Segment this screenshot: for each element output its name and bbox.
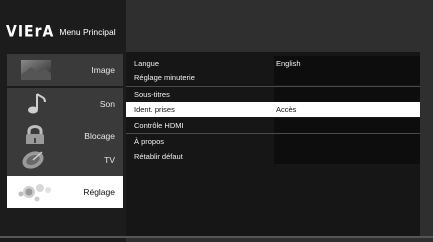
- row-label: Contrôle HDMI: [134, 121, 184, 130]
- settings-row-reglage-minuterie[interactable]: Réglage minuterie: [126, 70, 420, 85]
- sidebar-item-tv[interactable]: TV: [7, 144, 123, 176]
- settings-row-langue[interactable]: Langue English: [126, 56, 420, 71]
- settings-row-sous-titres[interactable]: Sous-titres: [126, 87, 420, 102]
- row-label: À propos: [134, 137, 165, 146]
- row-label: Rétablir défaut: [134, 152, 183, 161]
- row-label: Ident. prises: [134, 105, 175, 114]
- sidebar-item-label: Image: [91, 65, 115, 75]
- sidebar-item-label: TV: [104, 155, 115, 165]
- viera-logo: VIErA: [6, 22, 55, 42]
- sidebar-item-label: Réglage: [83, 187, 115, 197]
- settings-row-a-propos[interactable]: À propos: [126, 134, 420, 149]
- bottom-divider: [0, 236, 433, 238]
- image-icon: [15, 57, 55, 83]
- settings-list: Langue English Réglage minuterie Sous-ti…: [126, 52, 420, 238]
- row-value: English: [276, 59, 301, 68]
- music-note-icon: [15, 91, 55, 117]
- sidebar-item-son[interactable]: Son: [7, 88, 123, 120]
- row-label: Sous-titres: [134, 90, 170, 99]
- tv-menu-screen: VIErA Menu Principal Image Son Blocage T…: [0, 0, 433, 242]
- sidebar-item-reglage[interactable]: Réglage: [7, 176, 123, 208]
- brand-header: VIErA Menu Principal: [0, 12, 126, 52]
- settings-row-ident-prises[interactable]: Ident. prises Accès: [126, 102, 420, 117]
- row-label: Réglage minuterie: [134, 73, 195, 82]
- sidebar-item-label: Son: [99, 99, 115, 109]
- settings-bubbles-icon: [15, 179, 55, 205]
- row-value: Accès: [276, 105, 297, 114]
- satellite-dish-icon: [15, 147, 55, 173]
- sidebar: VIErA Menu Principal Image Son Blocage T…: [0, 0, 126, 242]
- menu-title: Menu Principal: [59, 27, 116, 37]
- sidebar-item-image[interactable]: Image: [7, 54, 123, 86]
- settings-row-controle-hdmi[interactable]: Contrôle HDMI: [126, 118, 420, 133]
- row-label: Langue: [134, 59, 160, 68]
- settings-row-retablir-defaut[interactable]: Rétablir défaut: [126, 149, 420, 164]
